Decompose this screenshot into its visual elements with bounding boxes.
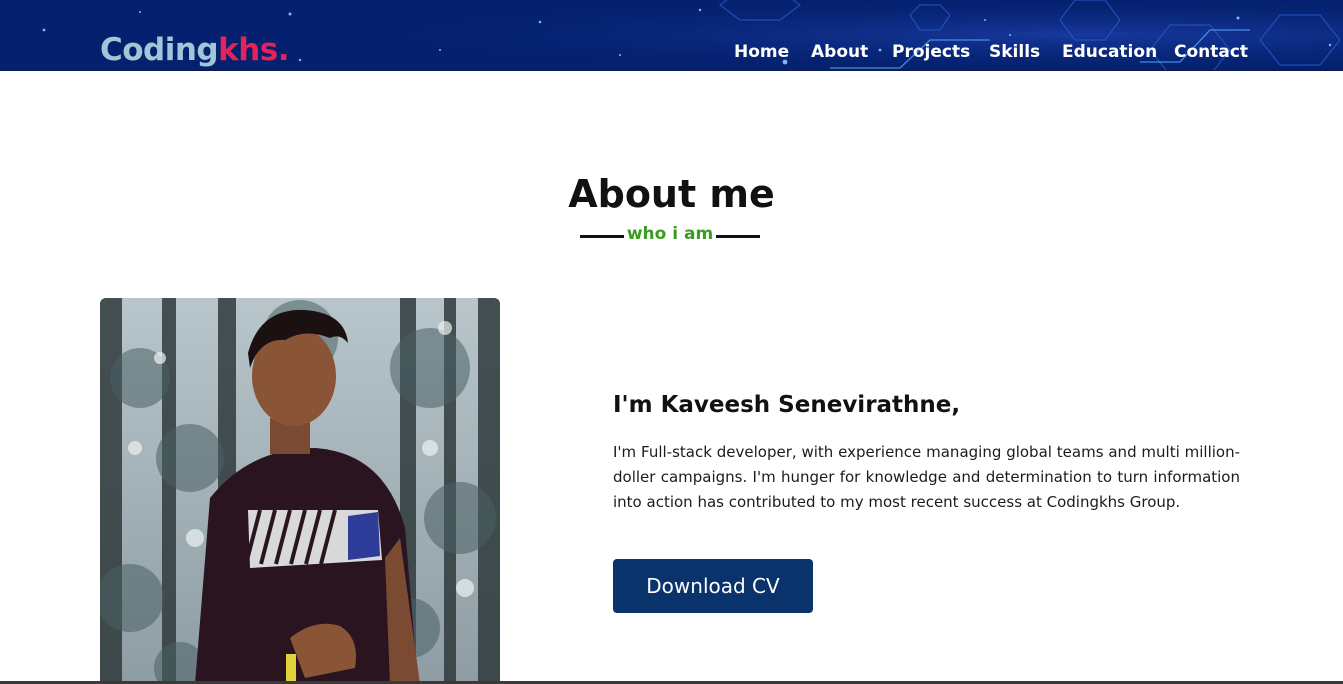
nav-link-contact[interactable]: Contact: [1174, 42, 1248, 62]
logo-accent-text: khs.: [218, 32, 290, 68]
intro-description: I'm Full-stack developer, with experienc…: [613, 443, 1240, 511]
nav-link-home[interactable]: Home: [734, 42, 789, 62]
section-title: About me: [568, 172, 775, 216]
navbar: Codingkhs. Home About Projects Skills Ed…: [0, 0, 1343, 71]
download-cv-button[interactable]: Download CV: [613, 559, 813, 613]
profile-photo-image: [100, 298, 500, 684]
site-logo[interactable]: Codingkhs.: [100, 32, 290, 68]
nav-link-projects[interactable]: Projects: [892, 42, 970, 62]
subtitle-line-right: [716, 235, 760, 238]
profile-photo: [100, 298, 500, 684]
nav-link-education[interactable]: Education: [1062, 42, 1157, 62]
intro-name: I'm Kaveesh Senevirathne,: [613, 392, 961, 418]
nav-link-skills[interactable]: Skills: [989, 42, 1040, 62]
logo-main-text: Coding: [100, 32, 219, 68]
subtitle-text: who i am: [626, 224, 714, 244]
nav-link-about[interactable]: About: [811, 42, 868, 62]
section-subtitle: who i am: [580, 224, 760, 248]
